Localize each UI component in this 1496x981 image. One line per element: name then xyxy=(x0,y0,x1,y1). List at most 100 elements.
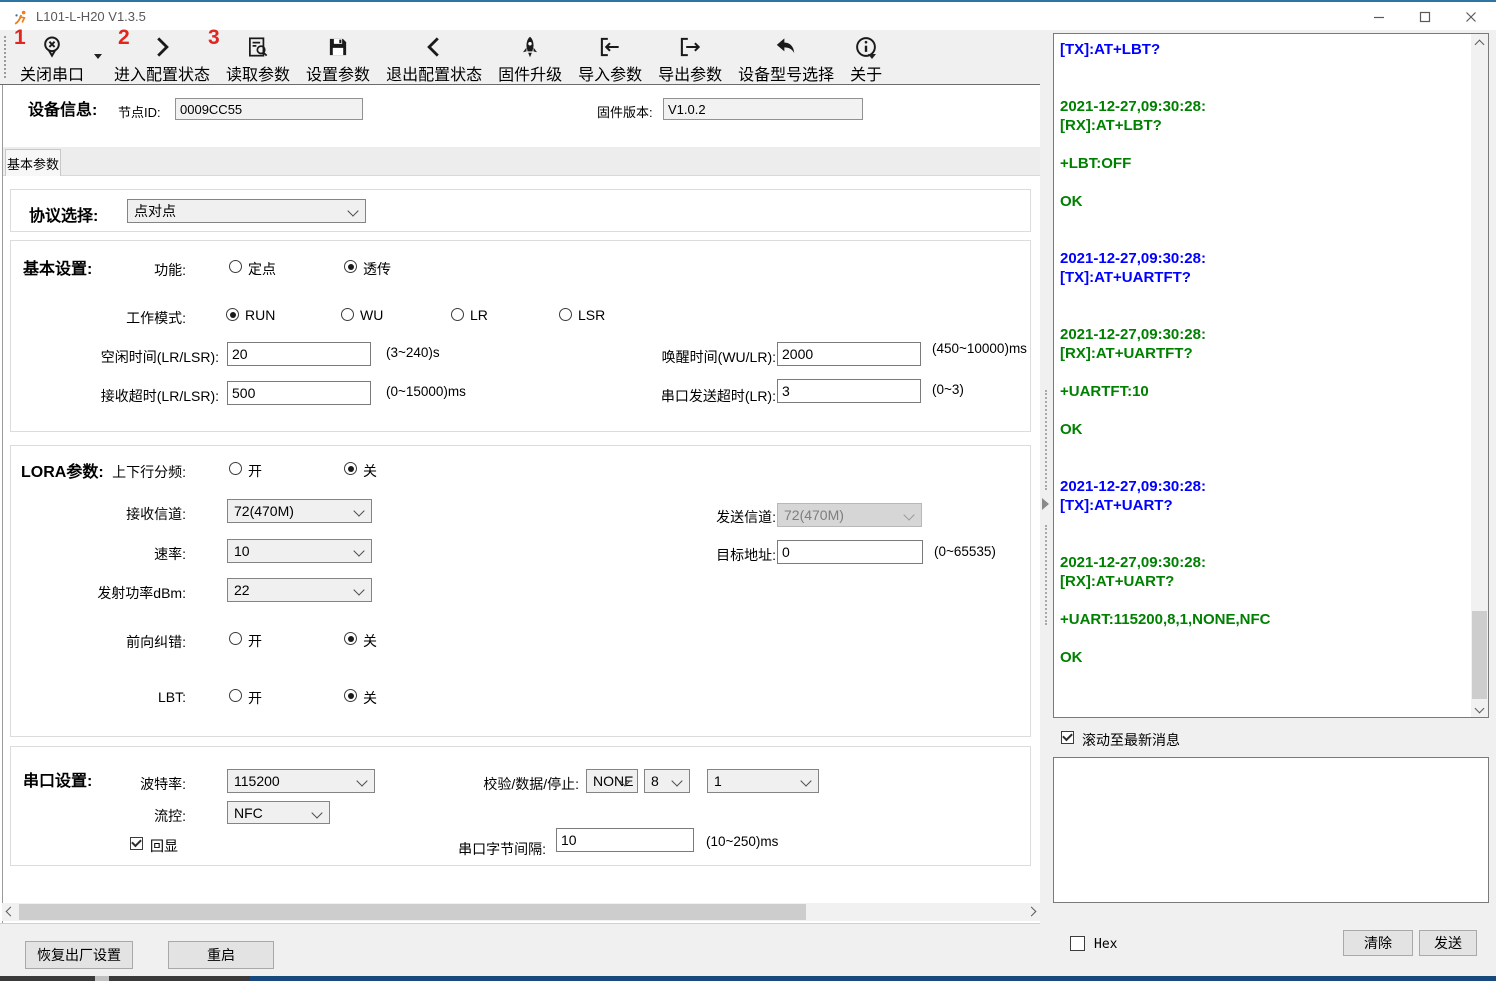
echo-checkbox[interactable] xyxy=(130,837,143,850)
log-line xyxy=(1060,78,1468,97)
chevron-down-icon xyxy=(353,505,364,516)
send-input[interactable] xyxy=(1053,757,1489,903)
radio-lbt-on-label: 开 xyxy=(248,688,262,708)
protocol-value: 点对点 xyxy=(134,201,176,221)
fec-label: 前向纠错: xyxy=(41,632,186,652)
about-dropdown-caret[interactable] xyxy=(868,54,876,59)
rate-label: 速率: xyxy=(41,544,186,564)
tx-power-label: 发射功率dBm: xyxy=(41,583,186,603)
byte-interval-hint: (10~250)ms xyxy=(706,834,778,849)
baud-label: 波特率: xyxy=(41,774,186,794)
toolbar-device-model-button[interactable]: 设备型号选择 xyxy=(730,30,842,85)
radio-lbt-off[interactable] xyxy=(344,689,357,702)
target-addr-field[interactable] xyxy=(777,540,923,564)
chevron-down-icon xyxy=(356,775,367,786)
radio-fec-off[interactable] xyxy=(344,632,357,645)
log-line: +UARTFT:10 xyxy=(1060,382,1468,401)
stopbits-select[interactable]: 1 xyxy=(707,769,819,793)
serial-monitor-panel: [TX]:AT+LBT?2021-12-27,09:30:28:[RX]:AT+… xyxy=(1052,30,1496,976)
radio-mode-lr[interactable] xyxy=(451,308,464,321)
byte-interval-field[interactable] xyxy=(556,828,694,852)
basic-settings-group: 基本设置: 功能: 定点 透传 工作模式: RUN WU LR LSR 空闲时间… xyxy=(10,240,1031,432)
log-scrollbar-thumb[interactable] xyxy=(1472,611,1487,699)
panel-splitter[interactable] xyxy=(1040,30,1052,976)
tab-basic-params[interactable]: 基本参数 xyxy=(5,149,61,176)
radio-mode-run[interactable] xyxy=(226,308,239,321)
updown-split-label: 上下行分频: xyxy=(41,462,186,482)
baud-select[interactable]: 115200 xyxy=(227,769,375,793)
toolbar-grip[interactable] xyxy=(4,36,9,78)
toolbar-label: 关闭串口 xyxy=(20,61,84,85)
factory-reset-button[interactable]: 恢复出厂设置 xyxy=(25,941,133,969)
panel-left-border xyxy=(2,85,3,923)
maximize-button[interactable] xyxy=(1402,4,1448,30)
target-addr-hint: (0~65535) xyxy=(934,544,996,559)
rx-channel-select[interactable]: 72(470M) xyxy=(227,499,372,523)
toolbar-export-params-button[interactable]: 导出参数 xyxy=(650,30,730,85)
flow-label: 流控: xyxy=(41,806,186,826)
log-line: [RX]:AT+LBT? xyxy=(1060,116,1468,135)
restart-button[interactable]: 重启 xyxy=(168,941,274,969)
hex-label: Hex xyxy=(1094,937,1117,952)
wake-time-field[interactable] xyxy=(777,342,921,366)
send-button[interactable]: 发送 xyxy=(1419,930,1477,956)
scroll-right-arrow[interactable] xyxy=(1023,903,1040,920)
toolbar-import-params-button[interactable]: 导入参数 xyxy=(570,30,650,85)
close-port-dropdown-caret[interactable] xyxy=(94,54,102,59)
radio-mode-wu[interactable] xyxy=(341,308,354,321)
uart-send-timeout-field[interactable] xyxy=(777,379,921,403)
radio-fec-on[interactable] xyxy=(229,632,242,645)
target-addr-label: 目标地址: xyxy=(606,545,776,565)
byte-interval-label: 串口字节间隔: xyxy=(406,839,546,859)
radio-updown-off[interactable] xyxy=(344,462,357,475)
tx-power-select[interactable]: 22 xyxy=(227,578,372,602)
log-line: 2021-12-27,09:30:28: xyxy=(1060,249,1468,268)
log-line xyxy=(1060,439,1468,458)
taskbar-sliver xyxy=(95,976,109,981)
radio-transparent-label: 透传 xyxy=(363,259,391,279)
radio-transparent[interactable] xyxy=(344,260,357,273)
toolbar-set-params-button[interactable]: 设置参数 xyxy=(298,30,378,85)
horizontal-scrollbar[interactable] xyxy=(2,903,1040,921)
databits-select[interactable]: 8 xyxy=(644,769,690,793)
scroll-down-arrow[interactable] xyxy=(1471,700,1488,717)
node-id-field[interactable] xyxy=(175,98,363,120)
chevron-down-icon xyxy=(353,545,364,556)
log-vertical-scrollbar[interactable] xyxy=(1471,34,1488,717)
parity-select[interactable]: NONE xyxy=(586,769,638,793)
splitter-collapse-arrow-icon[interactable] xyxy=(1042,498,1049,510)
scroll-up-arrow[interactable] xyxy=(1471,36,1488,53)
hex-checkbox[interactable] xyxy=(1070,936,1085,951)
protocol-group: 协议选择: 点对点 xyxy=(10,189,1031,232)
scroll-left-arrow[interactable] xyxy=(2,903,19,920)
radio-mode-lsr[interactable] xyxy=(559,308,572,321)
clear-button[interactable]: 清除 xyxy=(1343,930,1413,956)
idle-time-field[interactable] xyxy=(227,342,371,366)
toolbar-label: 固件升级 xyxy=(498,61,562,85)
close-button[interactable] xyxy=(1448,4,1494,30)
rx-timeout-label: 接收超时(LR/LSR): xyxy=(11,386,219,406)
protocol-select[interactable]: 点对点 xyxy=(127,199,366,223)
toolbar-firmware-upgrade-button[interactable]: 固件升级 xyxy=(490,30,570,85)
radio-mode-lsr-label: LSR xyxy=(578,307,605,323)
autoscroll-checkbox[interactable] xyxy=(1061,731,1074,744)
chevron-down-icon xyxy=(903,509,914,520)
annotation-3: 3 xyxy=(208,26,220,50)
firmware-field[interactable] xyxy=(663,98,863,120)
rate-select[interactable]: 10 xyxy=(227,539,372,563)
toolbar-about-button[interactable]: 关于 xyxy=(842,30,890,85)
horizontal-scrollbar-thumb[interactable] xyxy=(19,904,806,920)
radio-lbt-on[interactable] xyxy=(229,689,242,702)
toolbar-read-params-button[interactable]: 读取参数 xyxy=(218,30,298,85)
flow-select[interactable]: NFC xyxy=(227,801,330,824)
toolbar: 关闭串口 进入配置状态 读取参数 xyxy=(0,30,1040,85)
footer-bar: 恢复出厂设置 重启 xyxy=(0,923,1040,976)
idle-time-label: 空闲时间(LR/LSR): xyxy=(11,347,219,367)
toolbar-exit-config-button[interactable]: 退出配置状态 xyxy=(378,30,490,85)
rx-timeout-hint: (0~15000)ms xyxy=(386,384,466,399)
log-view[interactable]: [TX]:AT+LBT?2021-12-27,09:30:28:[RX]:AT+… xyxy=(1053,33,1489,718)
radio-fixed-point[interactable] xyxy=(229,260,242,273)
minimize-button[interactable] xyxy=(1356,4,1402,30)
rx-timeout-field[interactable] xyxy=(227,381,371,405)
radio-updown-on[interactable] xyxy=(229,462,242,475)
